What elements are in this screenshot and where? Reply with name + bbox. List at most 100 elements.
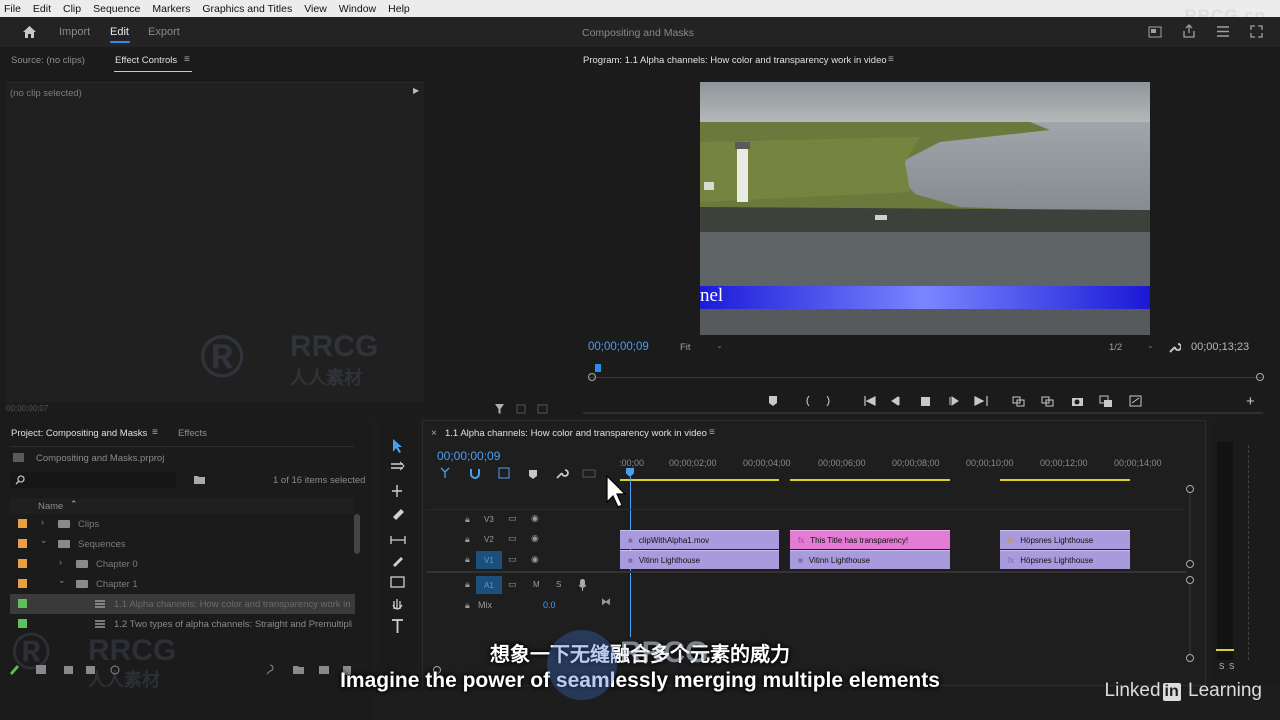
panel-menu-icon[interactable]: ≡ — [709, 427, 715, 438]
chevron-down-icon[interactable]: ⌄ — [40, 535, 48, 546]
home-icon[interactable] — [22, 25, 37, 39]
lock-icon[interactable]: 🔒︎ — [465, 514, 470, 525]
ruler-label: 00;00;06;00 — [818, 458, 866, 468]
ruler-label: 00;00;12;00 — [1040, 458, 1088, 468]
menu-edit[interactable]: Edit — [27, 3, 57, 15]
timeline-timecode[interactable]: 00;00;00;09 — [437, 449, 500, 463]
project-search-input[interactable] — [10, 472, 176, 488]
tab-source[interactable]: Source: (no clips) — [11, 55, 85, 66]
resolution-select[interactable]: 1/2 — [1109, 342, 1122, 353]
list-item-selected[interactable]: 1.1 Alpha channels: How color and transp… — [10, 594, 355, 614]
sequence-tab[interactable]: 1.1 Alpha channels: How color and transp… — [445, 428, 707, 439]
clip-v1-3[interactable]: fx Höpsnes Lighthouse — [1000, 550, 1130, 569]
list-item[interactable]: › Chapter 0 — [10, 554, 355, 574]
menu-bar: File Edit Clip Sequence Markers Graphics… — [0, 0, 1280, 17]
solo-button[interactable]: S — [556, 580, 561, 589]
project-title: Compositing and Masks — [582, 27, 695, 39]
chevron-down-icon[interactable]: ⌄ — [1147, 341, 1154, 350]
chevron-right-icon[interactable]: › — [41, 517, 44, 527]
close-icon[interactable]: × — [431, 428, 437, 439]
clip-v2-1[interactable]: ■ clipWithAlpha1.mov — [620, 530, 779, 549]
fx-badge-icon: fx — [798, 535, 805, 545]
tab-export[interactable]: Export — [148, 26, 180, 38]
clip-v1-2[interactable]: ■ Vitinn Lighthouse — [790, 550, 950, 569]
mute-button[interactable]: M — [533, 580, 540, 589]
subtitle-english: Imagine the power of seamlessly merging … — [340, 669, 940, 692]
workspace-header: Import Edit Export Compositing and Masks — [0, 17, 1280, 47]
fx-badge-icon: ■ — [628, 555, 633, 565]
timeline-vertical-scroll[interactable] — [1184, 484, 1196, 664]
quick-export-icon[interactable] — [1148, 26, 1162, 38]
tab-project[interactable]: Project: Compositing and Masks — [11, 428, 147, 439]
lock-icon[interactable]: 🔒︎ — [465, 554, 470, 565]
menu-lines-icon[interactable] — [1216, 26, 1230, 37]
menu-sequence[interactable]: Sequence — [87, 3, 146, 15]
mix-value[interactable]: 0.0 — [543, 600, 556, 610]
track-label-a1: A1 — [484, 581, 494, 590]
sync-icon[interactable]: ▭ — [508, 533, 517, 544]
ruler-label: 00;00;08;00 — [892, 458, 940, 468]
menu-markers[interactable]: Markers — [146, 3, 196, 15]
menu-window[interactable]: Window — [333, 3, 382, 15]
tab-effects[interactable]: Effects — [178, 428, 207, 439]
eye-icon[interactable]: ◉ — [531, 513, 539, 524]
title-overlay-text: nel — [700, 285, 724, 306]
menu-graphics[interactable]: Graphics and Titles — [196, 3, 298, 15]
fullscreen-icon[interactable] — [1250, 25, 1263, 38]
new-bin-icon[interactable] — [193, 474, 206, 485]
column-header-name[interactable]: Name — [38, 501, 63, 512]
tab-effect-controls[interactable]: Effect Controls — [115, 55, 177, 66]
menu-help[interactable]: Help — [382, 3, 416, 15]
sync-icon[interactable]: ▭ — [508, 579, 517, 590]
panel-menu-icon[interactable]: ≡ — [152, 427, 158, 438]
clip-label: Vitinn Lighthouse — [638, 555, 701, 565]
add-button-icon[interactable]: + — [1246, 393, 1255, 410]
track-label-v3: V3 — [484, 515, 494, 524]
lock-icon[interactable]: 🔒︎ — [465, 534, 470, 545]
microphone-icon[interactable] — [578, 578, 587, 591]
watermark-logo-text: RRCG — [620, 636, 709, 669]
list-item[interactable]: 1.2 Two types of alpha channels: Straigh… — [10, 614, 355, 634]
clip-v1-1[interactable]: ■ Vitinn Lighthouse — [620, 550, 779, 569]
wrench-icon[interactable] — [1168, 341, 1181, 354]
list-item[interactable]: › Clips — [10, 514, 355, 534]
tab-import[interactable]: Import — [59, 26, 90, 38]
zoom-select[interactable]: Fit — [680, 342, 691, 353]
fx-badge-icon: fx — [1008, 555, 1015, 565]
list-item-label: Clips — [78, 519, 100, 530]
menu-file[interactable]: File — [0, 3, 27, 15]
project-file-name: Compositing and Masks.prproj — [36, 453, 165, 464]
program-timecode[interactable]: 00;00;00;09 — [588, 341, 649, 353]
chevron-down-icon[interactable]: ⌄ — [58, 575, 66, 586]
sync-icon[interactable]: ▭ — [508, 513, 517, 524]
share-icon[interactable] — [1182, 24, 1196, 38]
clip-v2-2[interactable]: fx This Title has transparency! — [790, 530, 950, 549]
menu-clip[interactable]: Clip — [57, 3, 87, 15]
monitor-divider — [583, 412, 1263, 414]
label-color-swatch — [18, 539, 27, 548]
tab-edit[interactable]: Edit — [110, 26, 129, 38]
label-color-swatch — [18, 599, 27, 608]
list-item[interactable]: ⌄ Chapter 1 — [10, 574, 355, 594]
play-arrow-icon[interactable]: ▶ — [413, 86, 419, 95]
sort-ascending-icon[interactable]: ⌃ — [70, 499, 78, 510]
label-color-swatch — [18, 559, 27, 568]
panel-menu-icon[interactable]: ≡ — [888, 54, 894, 65]
program-scrubber[interactable] — [588, 364, 1264, 383]
sync-icon[interactable]: ▭ — [508, 554, 517, 565]
lock-icon[interactable]: 🔒︎ — [465, 600, 470, 611]
filter-icons[interactable] — [494, 403, 550, 415]
menu-view[interactable]: View — [298, 3, 333, 15]
list-item-label: Sequences — [78, 539, 126, 550]
sequence-icon — [95, 600, 105, 608]
panel-menu-icon[interactable]: ≡ — [184, 54, 190, 65]
clip-v2-3[interactable]: fx Höpsnes Lighthouse — [1000, 530, 1130, 549]
mix-jump-icon[interactable]: ⧓ — [601, 597, 611, 608]
eye-icon[interactable]: ◉ — [531, 533, 539, 544]
lock-icon[interactable]: 🔒︎ — [465, 579, 470, 590]
list-item[interactable]: ⌄ Sequences — [10, 534, 355, 554]
chevron-down-icon[interactable]: ⌄ — [716, 341, 723, 350]
linkedin-learning-logo: Linked in Learning — [1104, 680, 1262, 701]
chevron-right-icon[interactable]: › — [59, 557, 62, 567]
eye-icon[interactable]: ◉ — [531, 554, 539, 565]
